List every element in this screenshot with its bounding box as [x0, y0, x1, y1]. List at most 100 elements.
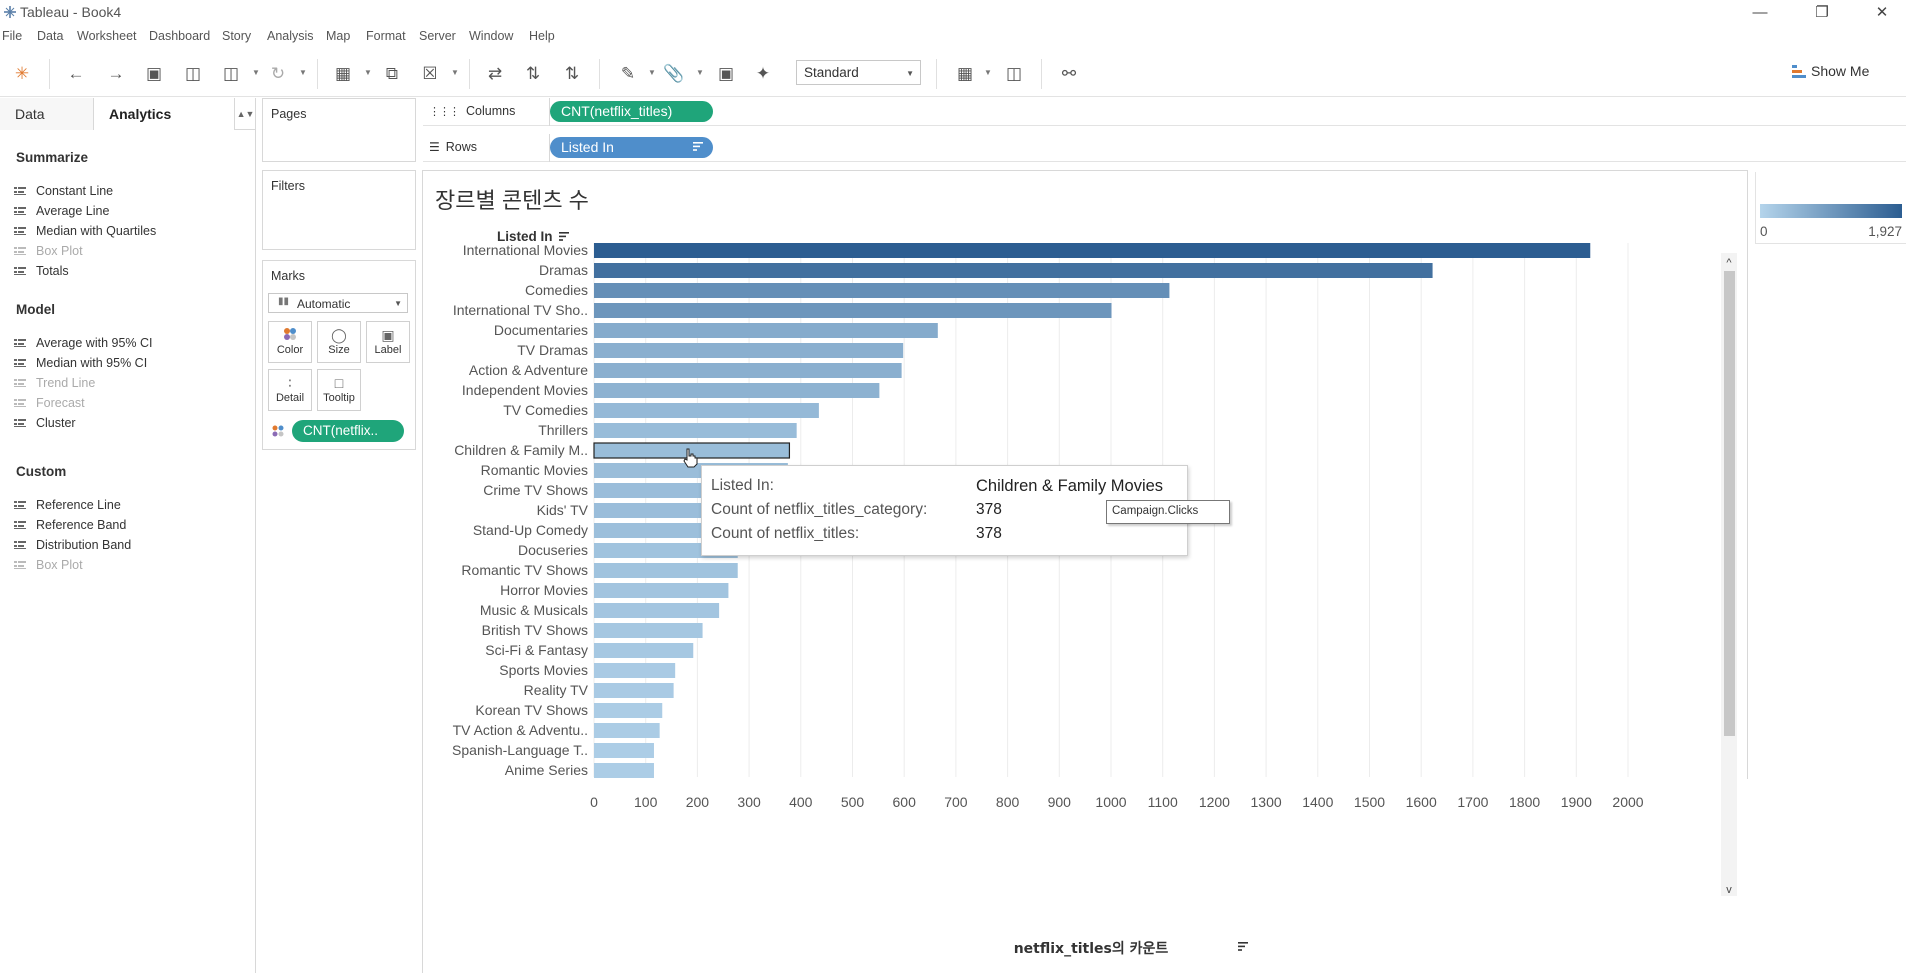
restore-button[interactable]: ❐ — [1802, 2, 1842, 24]
save-icon[interactable]: ▣ — [143, 63, 165, 85]
filters-card[interactable]: Filters — [262, 170, 416, 250]
menu-worksheet[interactable]: Worksheet — [77, 29, 137, 43]
highlight-icon[interactable]: ✎ — [617, 63, 639, 85]
bar[interactable] — [594, 623, 703, 638]
analytics-item-reference-band[interactable]: Reference Band — [14, 518, 126, 532]
scroll-down-icon[interactable]: v — [1726, 884, 1732, 896]
analytics-item-distribution-band[interactable]: Distribution Band — [14, 538, 131, 552]
bar[interactable] — [594, 743, 654, 758]
redo-icon[interactable]: → — [105, 63, 127, 85]
label-button[interactable]: ▣ Label — [366, 321, 410, 363]
sort-descending-icon[interactable]: ⇅ — [561, 63, 583, 85]
chevron-down-icon[interactable]: ▼ — [648, 68, 656, 77]
duplicate-sheet-icon[interactable]: ⧉ — [381, 63, 403, 85]
undo-icon[interactable]: ← — [65, 63, 87, 85]
bar[interactable] — [594, 643, 694, 658]
group-members-icon[interactable]: 📎 — [663, 63, 685, 85]
bar[interactable] — [594, 583, 729, 598]
refresh-icon[interactable]: ↻ — [267, 63, 289, 85]
clear-sheet-icon[interactable]: ☒ — [419, 63, 441, 85]
bar[interactable] — [594, 563, 738, 578]
pause-updates-icon[interactable]: ◫ — [220, 63, 242, 85]
tooltip-button[interactable]: □ Tooltip — [317, 369, 361, 411]
bar[interactable] — [594, 263, 1433, 278]
bar[interactable] — [594, 763, 654, 778]
tab-data[interactable]: Data — [0, 98, 94, 130]
mark-type-dropdown[interactable]: ▮▮ Automatic ▼ — [268, 293, 408, 313]
pane-tab-scroll-icon[interactable]: ▲▼ — [234, 98, 256, 130]
bar[interactable] — [594, 683, 674, 698]
bar[interactable] — [594, 383, 880, 398]
sort-ascending-icon[interactable]: ⇅ — [522, 63, 544, 85]
bar[interactable] — [594, 323, 938, 338]
menu-story[interactable]: Story — [222, 29, 251, 43]
analytics-item-forecast[interactable]: Forecast — [14, 396, 85, 410]
bar[interactable] — [594, 363, 902, 378]
columns-shelf[interactable]: ⋮⋮⋮ Columns CNT(netflix_titles) — [423, 98, 1906, 126]
bar[interactable] — [594, 723, 660, 738]
rows-pill[interactable]: Listed In — [550, 137, 713, 158]
bar[interactable] — [594, 703, 663, 718]
show-me-button[interactable]: Show Me — [1792, 63, 1869, 79]
menu-map[interactable]: Map — [326, 29, 350, 43]
bar[interactable] — [594, 403, 819, 418]
close-button[interactable]: ✕ — [1862, 2, 1902, 24]
analytics-pane: Data Analytics ▲▼ Summarize Constant Line… — [0, 98, 256, 973]
tableau-start-icon[interactable]: ✳ — [11, 63, 33, 85]
color-button[interactable]: Color — [268, 321, 312, 363]
bar[interactable] — [594, 243, 1591, 258]
menu-format[interactable]: Format — [366, 29, 406, 43]
menu-file[interactable]: File — [2, 29, 22, 43]
fit-dropdown[interactable]: Standard ▼ — [796, 60, 921, 85]
bar[interactable] — [594, 303, 1112, 318]
bar[interactable] — [594, 423, 797, 438]
bar[interactable] — [594, 343, 904, 358]
analytics-item-box-plot[interactable]: Box Plot — [14, 558, 83, 572]
menu-window[interactable]: Window — [469, 29, 513, 43]
chevron-down-icon[interactable]: ▼ — [364, 68, 372, 77]
show-mark-labels-icon[interactable]: ▣ — [715, 63, 737, 85]
bar[interactable] — [594, 283, 1170, 298]
bar[interactable] — [594, 603, 720, 618]
presentation-mode-icon[interactable]: ◫ — [1003, 63, 1025, 85]
pages-card[interactable]: Pages — [262, 98, 416, 162]
tab-analytics[interactable]: Analytics — [94, 98, 234, 130]
chevron-down-icon[interactable]: ▼ — [252, 68, 260, 77]
columns-pill[interactable]: CNT(netflix_titles) — [550, 101, 713, 122]
vertical-scrollbar-thumb[interactable] — [1724, 271, 1735, 736]
new-worksheet-icon[interactable]: ▦ — [332, 63, 354, 85]
detail-button[interactable]: ∶ Detail — [268, 369, 312, 411]
new-data-source-icon[interactable]: ◫ — [182, 63, 204, 85]
color-legend[interactable]: 0 1,927 — [1755, 172, 1906, 244]
menu-server[interactable]: Server — [419, 29, 456, 43]
rows-shelf[interactable]: ☰ Rows Listed In — [423, 134, 1906, 162]
analytics-item-constant-line[interactable]: Constant Line — [14, 184, 113, 198]
menu-help[interactable]: Help — [529, 29, 555, 43]
pin-axes-icon[interactable]: ✦ — [752, 63, 774, 85]
analytics-item-average-line[interactable]: Average Line — [14, 204, 109, 218]
swap-rows-columns-icon[interactable]: ⇄ — [484, 63, 506, 85]
analytics-item-totals[interactable]: Totals — [14, 264, 69, 278]
analytics-item-median-with-quartiles[interactable]: Median with Quartiles — [14, 224, 156, 238]
analytics-item-average-with-95-ci[interactable]: Average with 95% CI — [14, 336, 153, 350]
chevron-down-icon[interactable]: ▼ — [451, 68, 459, 77]
marks-color-pill[interactable]: CNT(netflix.. — [292, 420, 404, 442]
menu-dashboard[interactable]: Dashboard — [149, 29, 210, 43]
x-axis-title[interactable]: netflix_titles의 카운트 — [1014, 940, 1169, 957]
share-icon[interactable]: ⚯ — [1058, 63, 1080, 85]
analytics-item-trend-line[interactable]: Trend Line — [14, 376, 95, 390]
minimize-button[interactable]: — — [1740, 2, 1780, 24]
analytics-item-median-with-95-ci[interactable]: Median with 95% CI — [14, 356, 147, 370]
chevron-down-icon[interactable]: ▼ — [984, 68, 992, 77]
chevron-down-icon[interactable]: ▼ — [299, 68, 307, 77]
chevron-down-icon[interactable]: ▼ — [696, 68, 704, 77]
analytics-item-reference-line[interactable]: Reference Line — [14, 498, 121, 512]
analytics-item-box-plot[interactable]: Box Plot — [14, 244, 83, 258]
scroll-up-icon[interactable]: ^ — [1726, 257, 1732, 269]
menu-analysis[interactable]: Analysis — [267, 29, 314, 43]
analytics-item-cluster[interactable]: Cluster — [14, 416, 76, 430]
show-cards-icon[interactable]: ▦ — [954, 63, 976, 85]
bar[interactable] — [594, 663, 676, 678]
size-button[interactable]: ◯ Size — [317, 321, 361, 363]
menu-data[interactable]: Data — [37, 29, 63, 43]
